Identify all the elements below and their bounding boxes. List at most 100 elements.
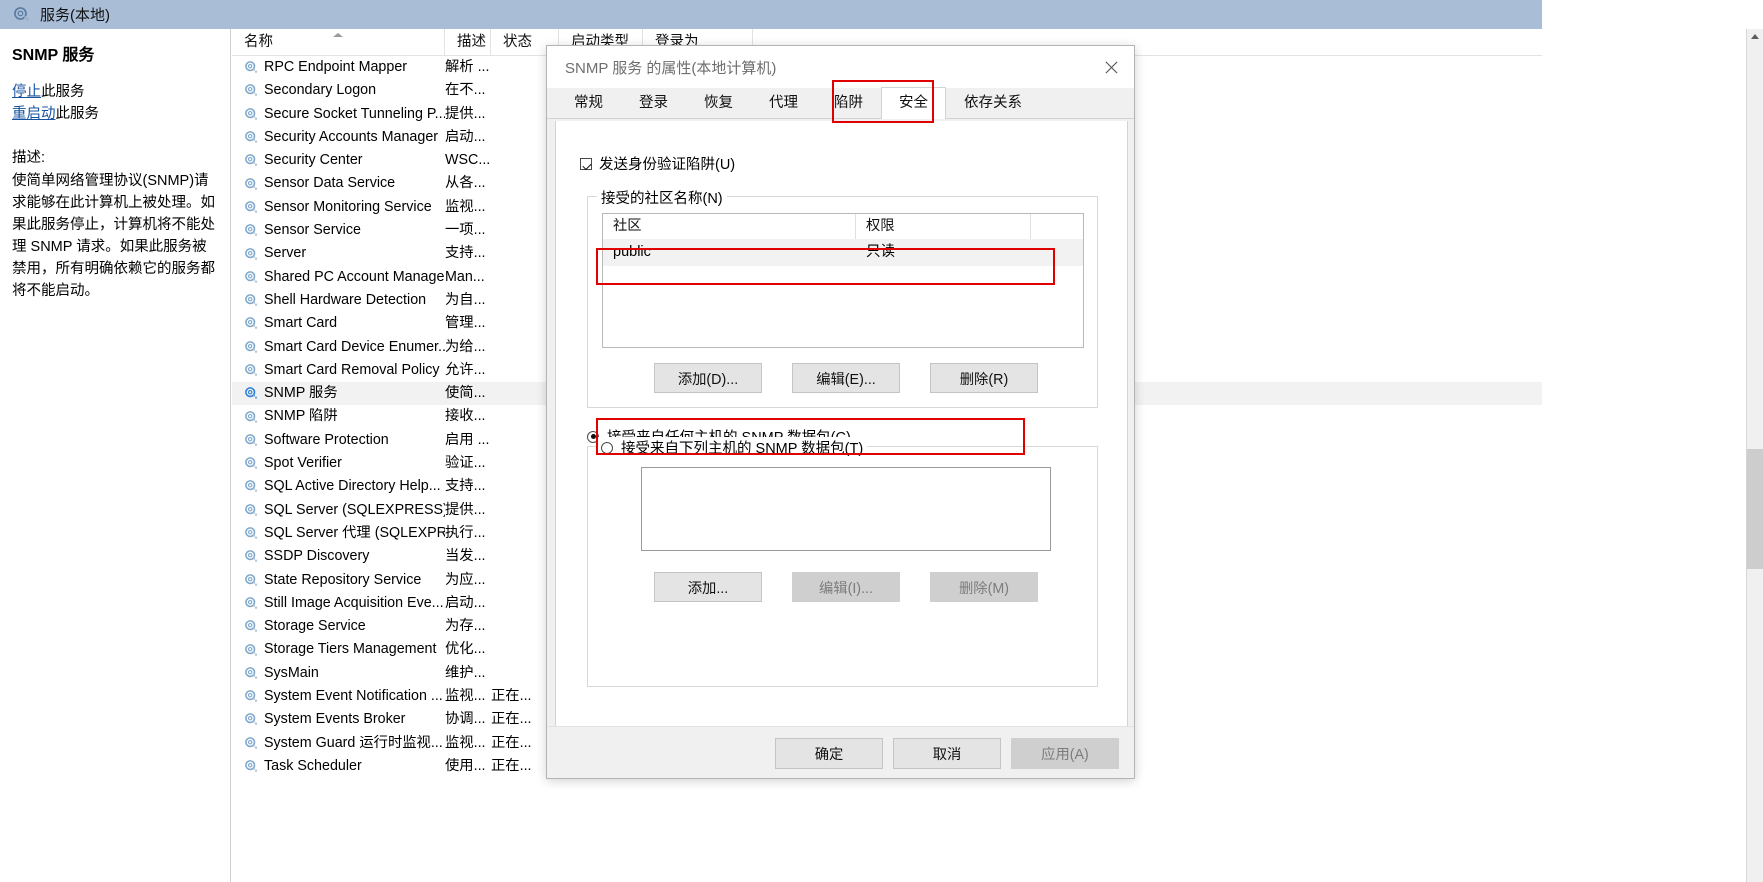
service-gear-icon: [244, 83, 259, 98]
service-name-text: Storage Tiers Management: [264, 638, 436, 661]
community-list-item[interactable]: public 只读: [603, 239, 1083, 266]
dialog-footer: 确定 取消 应用(A): [547, 726, 1134, 778]
service-description-cell: 使用...: [445, 755, 491, 778]
services-window-title: 服务(本地): [40, 4, 110, 25]
hosts-listbox[interactable]: [641, 467, 1051, 551]
service-gear-icon: [244, 456, 259, 471]
send-auth-trap-checkbox[interactable]: [580, 158, 592, 170]
restart-service-link[interactable]: 重启动: [12, 106, 56, 122]
tab-4[interactable]: 陷阱: [816, 87, 881, 118]
service-name-cell: Secure Socket Tunneling P...: [232, 103, 445, 126]
service-gear-icon: [244, 666, 259, 681]
community-delete-button[interactable]: 删除(R): [930, 363, 1038, 393]
tab-0[interactable]: 常规: [556, 87, 621, 118]
security-tab-panel: 发送身份验证陷阱(U) 接受的社区名称(N) 社区 权限 public 只读 添…: [555, 121, 1128, 763]
restart-service-suffix: 此服务: [56, 106, 100, 122]
service-gear-icon: [244, 153, 259, 168]
service-name-text: Spot Verifier: [264, 452, 342, 475]
service-name-text: Smart Card Device Enumer...: [264, 336, 445, 359]
service-name-text: System Event Notification ...: [264, 685, 443, 708]
dialog-title: SNMP 服务 的属性(本地计算机): [565, 57, 776, 78]
send-auth-trap-label: 发送身份验证陷阱(U): [599, 153, 735, 174]
service-name-cell: Security Accounts Manager: [232, 126, 445, 149]
service-gear-icon: [244, 200, 259, 215]
tab-1[interactable]: 登录: [621, 87, 686, 118]
community-listview-header: 社区 权限: [603, 214, 1083, 239]
service-gear-icon: [244, 293, 259, 308]
service-description-cell: 解析 ...: [445, 56, 491, 79]
service-name-text: SNMP 陷阱: [264, 405, 338, 428]
service-gear-icon: [244, 736, 259, 751]
community-column-header[interactable]: 社区: [603, 214, 856, 239]
scrollbar-thumb[interactable]: [1747, 449, 1763, 569]
service-description-cell: 提供...: [445, 499, 491, 522]
tab-label: 陷阱: [834, 95, 863, 111]
community-edit-button[interactable]: 编辑(E)...: [792, 363, 900, 393]
tab-2[interactable]: 恢复: [686, 87, 751, 118]
service-name-cell: Still Image Acquisition Eve...: [232, 592, 445, 615]
tab-6[interactable]: 依存关系: [946, 87, 1040, 118]
service-gear-icon: [244, 573, 259, 588]
column-header-description[interactable]: 描述: [445, 29, 491, 56]
rights-column-header[interactable]: 权限: [856, 214, 1031, 239]
service-description-text: 使简单网络管理协议(SNMP)请求能够在此计算机上被处理。如果此服务停止，计算机…: [12, 170, 218, 302]
service-detail-title: SNMP 服务: [0, 29, 230, 65]
service-name-text: Shell Hardware Detection: [264, 289, 426, 312]
service-name-cell: Software Protection: [232, 429, 445, 452]
service-description-cell: 监视...: [445, 732, 491, 755]
service-description-cell: 接收...: [445, 405, 491, 428]
accepted-community-names-group: 接受的社区名称(N) 社区 权限 public 只读 添加(D)... 编辑(E…: [587, 196, 1098, 408]
service-description-cell: 为存...: [445, 615, 491, 638]
service-name-cell: System Event Notification ...: [232, 685, 445, 708]
service-gear-icon: [244, 479, 259, 494]
service-name-cell: RPC Endpoint Mapper: [232, 56, 445, 79]
service-gear-icon: [244, 340, 259, 355]
accept-listed-hosts-group: 接受来自下列主机的 SNMP 数据包(T) 添加... 编辑(I)... 删除(…: [587, 446, 1098, 687]
service-description-cell: 协调...: [445, 708, 491, 731]
community-listview[interactable]: 社区 权限 public 只读: [602, 213, 1084, 348]
service-gear-icon: [244, 177, 259, 192]
dialog-tabstrip: 常规 登录 恢复代理 陷阱 安全依存关系: [547, 88, 1134, 119]
window-vertical-scrollbar[interactable]: [1746, 29, 1763, 882]
service-description-cell: 为给...: [445, 336, 491, 359]
service-gear-icon: [244, 270, 259, 285]
service-description-cell: 优化...: [445, 638, 491, 661]
close-icon[interactable]: [1088, 46, 1134, 88]
service-name-cell: System Guard 运行时监视...: [232, 732, 445, 755]
services-window-header: 服务(本地): [0, 0, 1542, 29]
service-description-label: 描述:: [12, 147, 218, 169]
service-gear-icon: [244, 130, 259, 145]
service-name-text: Secure Socket Tunneling P...: [264, 103, 445, 126]
service-gear-icon: [244, 503, 259, 518]
service-name-text: Still Image Acquisition Eve...: [264, 592, 444, 615]
service-gear-icon: [244, 223, 259, 238]
stop-service-link[interactable]: 停止: [12, 84, 41, 100]
host-delete-button: 删除(M): [930, 572, 1038, 602]
service-gear-icon: [244, 619, 259, 634]
service-description-cell: Man...: [445, 266, 491, 289]
service-description-cell: 为自...: [445, 289, 491, 312]
scroll-up-arrow-icon[interactable]: [1751, 34, 1759, 39]
host-add-button[interactable]: 添加...: [654, 572, 762, 602]
service-description-cell: 提供...: [445, 103, 491, 126]
service-name-cell: Sensor Monitoring Service: [232, 196, 445, 219]
tab-label: 登录: [639, 95, 668, 111]
service-name-text: SQL Server (SQLEXPRESS): [264, 499, 445, 522]
community-add-button[interactable]: 添加(D)...: [654, 363, 762, 393]
service-gear-icon: [244, 526, 259, 541]
send-auth-trap-row[interactable]: 发送身份验证陷阱(U): [580, 153, 735, 174]
service-name-cell: Spot Verifier: [232, 452, 445, 475]
service-name-cell: Secondary Logon: [232, 79, 445, 102]
service-name-cell: SNMP 服务: [232, 382, 445, 405]
tab-3[interactable]: 代理: [751, 87, 816, 118]
cancel-button[interactable]: 取消: [893, 738, 1001, 769]
snmp-properties-dialog: SNMP 服务 的属性(本地计算机) 常规 登录 恢复代理 陷阱 安全依存关系 发送身份…: [546, 45, 1135, 779]
screen: 服务(本地) SNMP 服务 停止此服务 重启动此服务 描述: 使简单网络管理协…: [0, 0, 1763, 882]
column-header-name[interactable]: 名称: [232, 29, 445, 56]
service-name-text: Software Protection: [264, 429, 389, 452]
accept-listed-hosts-radio-row[interactable]: 接受来自下列主机的 SNMP 数据包(T): [597, 437, 867, 458]
ok-button[interactable]: 确定: [775, 738, 883, 769]
accept-listed-hosts-radio[interactable]: [601, 442, 613, 454]
service-gear-icon: [244, 363, 259, 378]
tab-5[interactable]: 安全: [881, 87, 946, 119]
